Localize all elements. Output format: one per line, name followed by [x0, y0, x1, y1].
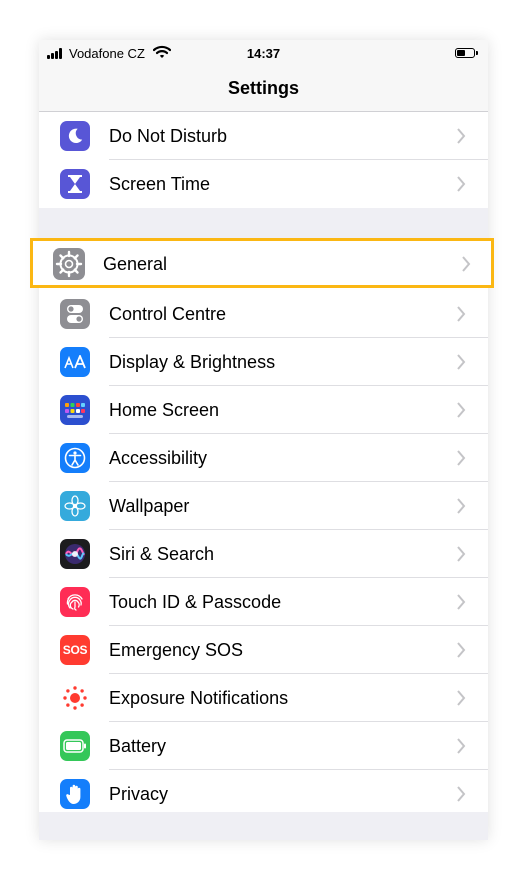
- moon-icon: [60, 121, 90, 151]
- chevron-right-icon: [457, 786, 466, 802]
- chevron-right-icon: [457, 738, 466, 754]
- chevron-right-icon: [457, 642, 466, 658]
- chevron-right-icon: [457, 594, 466, 610]
- page-title: Settings: [227, 78, 299, 98]
- settings-row-emergency-sos[interactable]: SOS Emergency SOS: [39, 626, 488, 674]
- status-bar: Vodafone CZ 14:37: [39, 40, 488, 68]
- hand-icon: [60, 779, 90, 809]
- row-label: Emergency SOS: [109, 640, 244, 660]
- settings-row-privacy[interactable]: Privacy: [39, 770, 488, 818]
- settings-row-accessibility[interactable]: Accessibility: [39, 434, 488, 482]
- row-label: Home Screen: [109, 400, 220, 420]
- row-label: Battery: [109, 736, 167, 756]
- settings-row-siri-search[interactable]: Siri & Search: [39, 530, 488, 578]
- row-label: Wallpaper: [109, 496, 190, 516]
- toggles-icon: [60, 299, 90, 329]
- row-label: Accessibility: [109, 448, 208, 468]
- settings-row-touch-id-passcode[interactable]: Touch ID & Passcode: [39, 578, 488, 626]
- settings-row-exposure-notifications[interactable]: Exposure Notifications: [39, 674, 488, 722]
- text-size-icon: [60, 347, 90, 377]
- settings-row-screen-time[interactable]: Screen Time: [39, 160, 488, 208]
- settings-row-home-screen[interactable]: Home Screen: [39, 386, 488, 434]
- chevron-right-icon: [457, 176, 466, 192]
- exposure-icon: [60, 683, 90, 713]
- chevron-right-icon: [457, 354, 466, 370]
- row-label: General: [103, 254, 168, 274]
- settings-row-wallpaper[interactable]: Wallpaper: [39, 482, 488, 530]
- siri-icon: [60, 539, 90, 569]
- settings-row-control-centre[interactable]: Control Centre: [39, 290, 488, 338]
- settings-row-do-not-disturb[interactable]: Do Not Disturb: [39, 112, 488, 160]
- sos-icon: SOS: [60, 635, 90, 665]
- row-label: Do Not Disturb: [109, 126, 228, 146]
- settings-row-battery[interactable]: Battery: [39, 722, 488, 770]
- chevron-right-icon: [457, 498, 466, 514]
- row-label: Touch ID & Passcode: [109, 592, 282, 612]
- clock: 14:37: [246, 46, 281, 61]
- hourglass-icon: [60, 169, 90, 199]
- battery-status-icon: [455, 48, 478, 58]
- chevron-right-icon: [457, 306, 466, 322]
- settings-row-general[interactable]: General: [30, 238, 494, 288]
- chevron-right-icon: [462, 256, 471, 272]
- settings-row-display-brightness[interactable]: Display & Brightness: [39, 338, 488, 386]
- settings-group-general: Control Centre Display & Brightness Home…: [39, 288, 488, 812]
- row-label: Siri & Search: [109, 544, 215, 564]
- accessibility-icon: [60, 443, 90, 473]
- battery-icon: [60, 731, 90, 761]
- fingerprint-icon: [60, 587, 90, 617]
- navigation-bar: Settings: [39, 68, 488, 112]
- row-label: Screen Time: [109, 174, 211, 194]
- row-label: Display & Brightness: [109, 352, 276, 372]
- row-label: Control Centre: [109, 304, 227, 324]
- chevron-right-icon: [457, 546, 466, 562]
- chevron-right-icon: [457, 690, 466, 706]
- settings-group-focus: Do Not Disturb Screen Time: [39, 112, 488, 208]
- row-label: Exposure Notifications: [109, 688, 289, 708]
- app-grid-icon: [60, 395, 90, 425]
- flower-icon: [60, 491, 90, 521]
- phone-screen: Vodafone CZ 14:37 Settings Do Not Distur…: [39, 40, 488, 840]
- chevron-right-icon: [457, 128, 466, 144]
- row-label: Privacy: [109, 784, 169, 804]
- chevron-right-icon: [457, 450, 466, 466]
- gear-icon: [53, 248, 85, 280]
- sos-icon-text: SOS: [62, 643, 88, 657]
- chevron-right-icon: [457, 402, 466, 418]
